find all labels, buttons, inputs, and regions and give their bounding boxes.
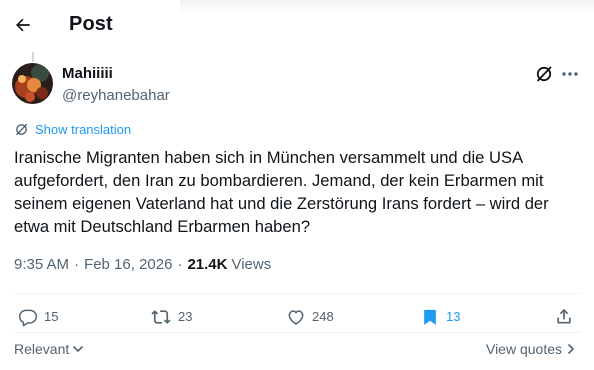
repost-count: 23: [178, 309, 193, 324]
repost-icon: [151, 310, 171, 324]
grok-icon[interactable]: [534, 64, 554, 84]
view-quotes-link[interactable]: View quotes: [486, 341, 576, 357]
sort-dropdown[interactable]: Relevant: [14, 341, 84, 357]
page-header: Post: [0, 0, 594, 50]
reply-button[interactable]: 15: [18, 306, 58, 328]
sort-label: Relevant: [14, 341, 70, 357]
page-title: Post: [69, 13, 113, 35]
tweet-date[interactable]: Feb 16, 2026: [84, 256, 172, 273]
tweet-text: Iranische Migranten haben sich in Münche…: [14, 148, 549, 236]
chevron-right-icon: [568, 344, 574, 354]
divider-bottom: [14, 332, 580, 333]
divider-top: [14, 293, 580, 294]
author-name-row: Mahiiiii: [62, 65, 113, 83]
chevron-down-icon: [73, 346, 84, 352]
avatar-image: [12, 63, 53, 104]
like-count: 248: [312, 309, 334, 324]
arrow-left-icon: [16, 18, 30, 32]
meta-separator-2: ·: [177, 256, 183, 273]
views-count: 21.4K: [187, 256, 228, 273]
tweet-meta: 9:35 AM · Feb 16, 2026 · 21.4K Views: [14, 256, 271, 273]
bookmark-button[interactable]: 13: [420, 306, 460, 328]
repost-button[interactable]: 23: [150, 306, 192, 328]
author-display-name[interactable]: Mahiiiii: [62, 65, 113, 82]
reply-icon: [18, 309, 38, 327]
show-translation-label: Show translation: [35, 122, 132, 137]
meta-separator: ·: [74, 256, 80, 273]
share-icon: [557, 308, 571, 324]
share-button[interactable]: [554, 306, 574, 326]
heart-icon: [288, 310, 304, 325]
avatar[interactable]: [12, 63, 53, 104]
author-handle[interactable]: @reyhanebahar: [62, 87, 170, 104]
thread-line: [32, 52, 34, 62]
tweet-time[interactable]: 9:35 AM: [14, 256, 69, 273]
bookmark-filled-icon: [424, 309, 436, 325]
more-horizontal-icon[interactable]: [560, 64, 580, 84]
reply-count: 15: [44, 309, 59, 324]
back-button[interactable]: [10, 12, 36, 38]
show-translation-link[interactable]: Show translation: [14, 122, 131, 137]
like-button[interactable]: 248: [286, 306, 334, 328]
view-quotes-label: View quotes: [485, 341, 562, 357]
views-label: Views: [231, 256, 272, 273]
translate-icon: [16, 123, 28, 136]
bookmark-count: 13: [446, 309, 461, 324]
